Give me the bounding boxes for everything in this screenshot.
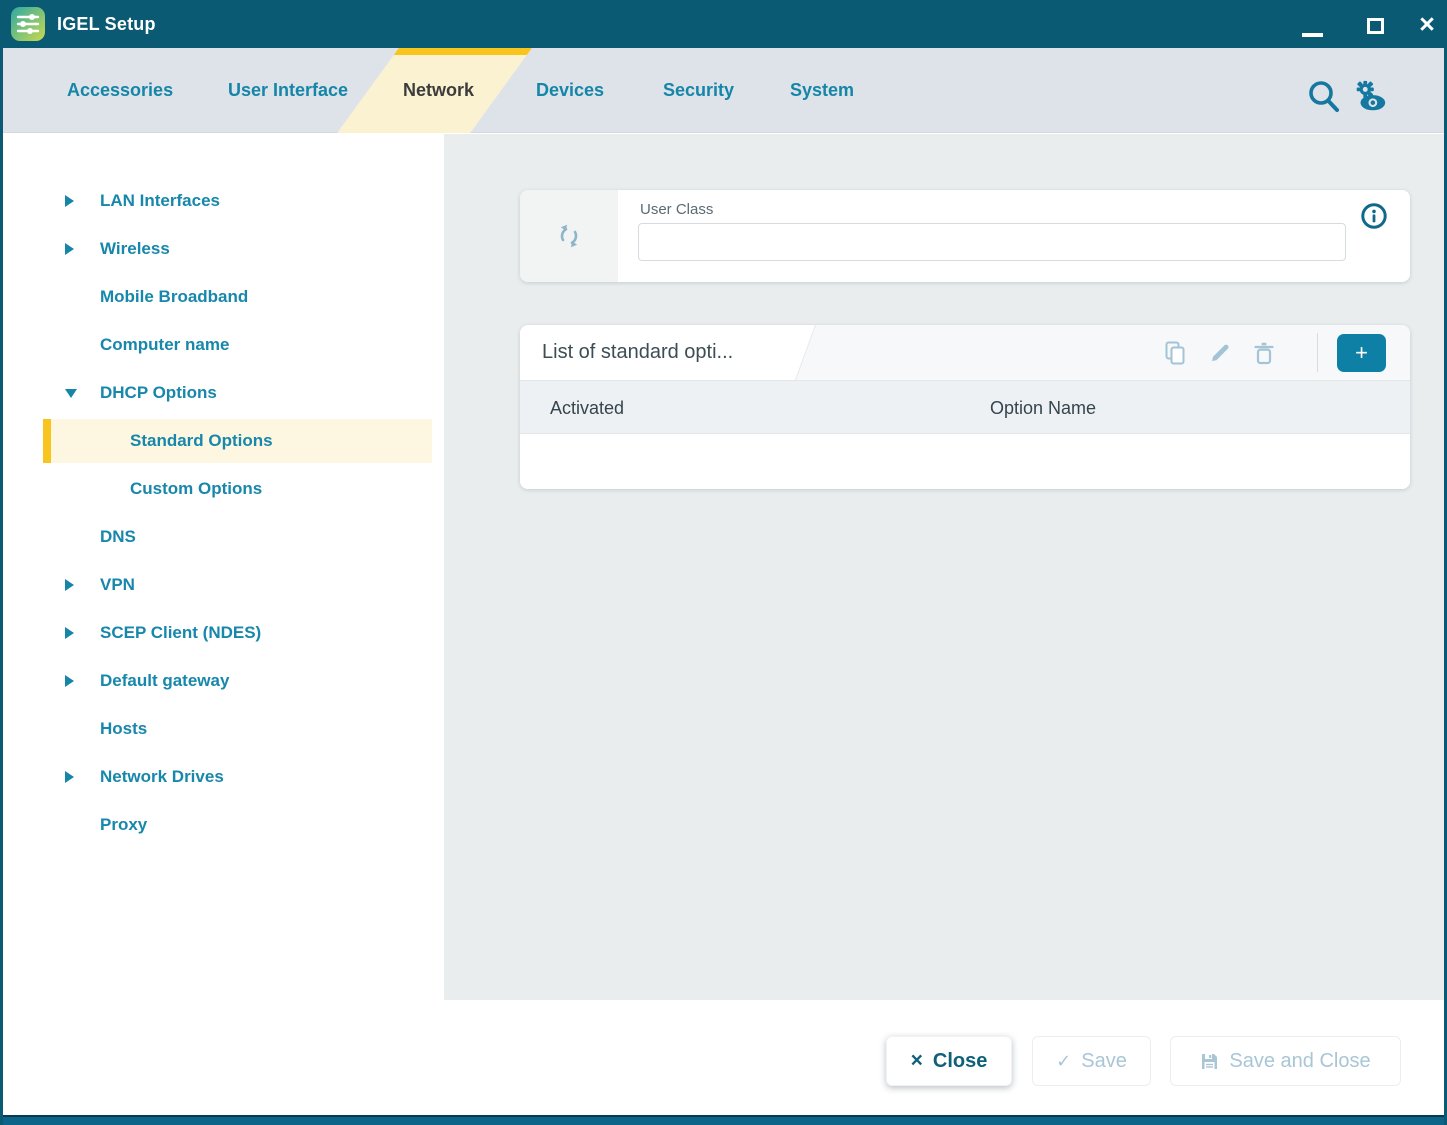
maximize-icon xyxy=(1367,18,1384,34)
list-title: List of standard opti... xyxy=(542,325,733,380)
sidebar-item-computer-name[interactable]: Computer name xyxy=(3,321,444,369)
search-icon[interactable] xyxy=(1305,78,1343,116)
tree-label: Mobile Broadband xyxy=(100,287,248,307)
reset-parameter-button[interactable] xyxy=(520,190,618,282)
sidebar-tree: LAN Interfaces Wireless Mobile Broadband… xyxy=(3,134,444,1115)
tab-security[interactable]: Security xyxy=(663,48,734,133)
title-bar: IGEL Setup × xyxy=(0,0,1447,48)
options-table-header: Activated Option Name xyxy=(520,380,1410,434)
sidebar-item-wireless[interactable]: Wireless xyxy=(3,225,444,273)
chevron-down-icon[interactable] xyxy=(65,389,100,398)
check-icon: ✓ xyxy=(1056,1051,1071,1072)
close-x-icon: × xyxy=(911,1049,923,1073)
sidebar-item-standard-options[interactable]: Standard Options xyxy=(3,417,444,465)
standard-options-card: List of standard opti... + xyxy=(520,325,1410,489)
tree-label: Hosts xyxy=(100,719,147,739)
column-header-activated: Activated xyxy=(550,381,624,435)
tab-user-interface[interactable]: User Interface xyxy=(228,48,348,133)
igel-logo-icon xyxy=(11,7,45,41)
tree-label: Standard Options xyxy=(130,431,273,451)
chevron-right-icon[interactable] xyxy=(65,243,100,255)
add-option-button[interactable]: + xyxy=(1337,334,1386,372)
minimize-icon xyxy=(1302,33,1323,37)
sidebar-item-default-gateway[interactable]: Default gateway xyxy=(3,657,444,705)
chevron-right-icon[interactable] xyxy=(65,579,100,591)
sidebar-item-lan-interfaces[interactable]: LAN Interfaces xyxy=(3,177,444,225)
tab-devices[interactable]: Devices xyxy=(536,48,604,133)
tree-label: DNS xyxy=(100,527,136,547)
tab-label: System xyxy=(790,80,854,101)
user-class-input[interactable] xyxy=(638,223,1346,261)
options-table-empty-body xyxy=(520,435,1410,489)
close-window-button[interactable]: × xyxy=(1407,0,1447,48)
column-header-option-name: Option Name xyxy=(990,381,1096,435)
list-header: List of standard opti... + xyxy=(520,325,1410,380)
header-divider xyxy=(1317,333,1318,372)
sidebar-item-mobile-broadband[interactable]: Mobile Broadband xyxy=(3,273,444,321)
save-button-label: Save xyxy=(1081,1050,1127,1073)
close-icon: × xyxy=(1407,0,1447,48)
window-title: IGEL Setup xyxy=(57,0,156,48)
delete-icon[interactable] xyxy=(1252,341,1276,365)
tree-label: Wireless xyxy=(100,239,170,259)
tab-label: Security xyxy=(663,80,734,101)
tree-label: Computer name xyxy=(100,335,229,355)
tab-label: User Interface xyxy=(228,80,348,101)
tab-system[interactable]: System xyxy=(790,48,854,133)
chevron-right-icon[interactable] xyxy=(65,195,100,207)
window-bottom-border xyxy=(0,1115,1447,1125)
tree-label: Network Drives xyxy=(100,767,224,787)
sidebar-item-dhcp-options[interactable]: DHCP Options xyxy=(3,369,444,417)
edit-icon[interactable] xyxy=(1208,341,1232,365)
chevron-right-icon[interactable] xyxy=(65,627,100,639)
sidebar-item-network-drives[interactable]: Network Drives xyxy=(3,753,444,801)
maximize-button[interactable] xyxy=(1355,0,1395,48)
tab-label: Accessories xyxy=(67,80,173,101)
sidebar-item-vpn[interactable]: VPN xyxy=(3,561,444,609)
sidebar-item-dns[interactable]: DNS xyxy=(3,513,444,561)
main-content: User Class List of standard opti... xyxy=(444,134,1447,1000)
refresh-icon xyxy=(554,221,584,251)
tab-network[interactable]: Network xyxy=(403,48,474,133)
settings-eye-icon[interactable] xyxy=(1351,78,1389,116)
save-and-close-button-label: Save and Close xyxy=(1229,1050,1370,1073)
igel-setup-window: IGEL Setup × Accessories User Interface … xyxy=(0,0,1447,1125)
user-class-label: User Class xyxy=(640,201,713,218)
chevron-right-icon[interactable] xyxy=(65,675,100,687)
tree-label: DHCP Options xyxy=(100,383,217,403)
save-button[interactable]: ✓ Save xyxy=(1032,1036,1151,1086)
save-and-close-button[interactable]: Save and Close xyxy=(1170,1036,1401,1086)
sidebar-item-scep-client[interactable]: SCEP Client (NDES) xyxy=(3,609,444,657)
chevron-right-icon[interactable] xyxy=(65,771,100,783)
info-icon[interactable] xyxy=(1360,202,1388,230)
sidebar-item-proxy[interactable]: Proxy xyxy=(3,801,444,849)
tab-label: Devices xyxy=(536,80,604,101)
floppy-disk-icon xyxy=(1200,1052,1219,1071)
close-button-label: Close xyxy=(933,1050,987,1073)
plus-icon: + xyxy=(1355,340,1368,365)
tab-accessories[interactable]: Accessories xyxy=(67,48,173,133)
tree-label: VPN xyxy=(100,575,135,595)
tab-label: Network xyxy=(403,80,474,101)
sidebar-item-custom-options[interactable]: Custom Options xyxy=(3,465,444,513)
copy-icon[interactable] xyxy=(1163,341,1187,365)
footer-bar: × Close ✓ Save Save and Close xyxy=(3,1000,1444,1114)
tree-label: Proxy xyxy=(100,815,147,835)
minimize-button[interactable] xyxy=(1292,0,1332,48)
tree-label: Custom Options xyxy=(130,479,262,499)
close-button[interactable]: × Close xyxy=(886,1036,1012,1086)
user-class-card: User Class xyxy=(520,190,1410,282)
tab-bar: Accessories User Interface Network Devic… xyxy=(3,48,1444,133)
tree-label: Default gateway xyxy=(100,671,229,691)
sidebar-item-hosts[interactable]: Hosts xyxy=(3,705,444,753)
tree-label: LAN Interfaces xyxy=(100,191,220,211)
tree-label: SCEP Client (NDES) xyxy=(100,623,261,643)
